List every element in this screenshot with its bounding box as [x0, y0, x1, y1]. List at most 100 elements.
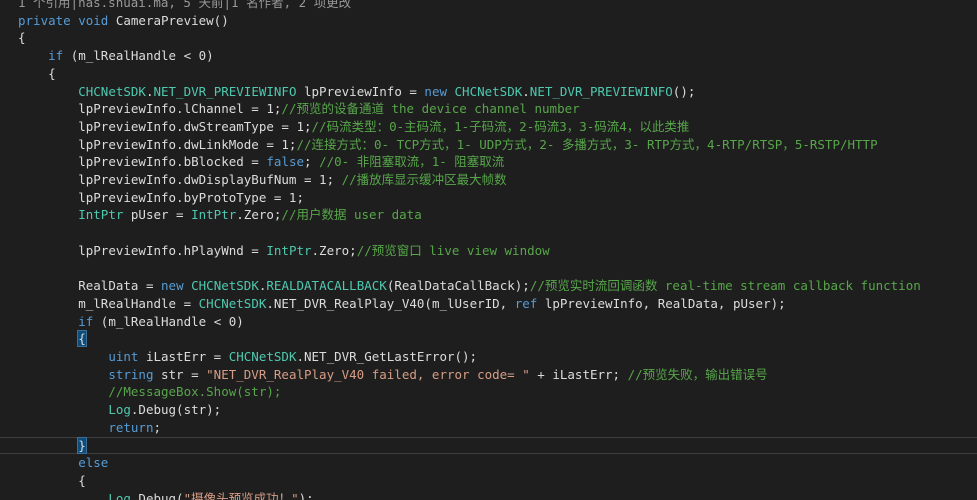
codelens-info[interactable]: 1 个引用|nas.shuai.ma, 5 天前|1 名作者, 2 项更改: [0, 0, 977, 12]
code-token: m_lRealHandle =: [78, 295, 199, 311]
code-token: ();: [672, 83, 696, 99]
code-comment: //MessageBox.Show(str);: [108, 384, 282, 400]
code-token: CameraPreview(): [108, 12, 229, 28]
code-line: {: [0, 65, 977, 83]
code-line: CHCNetSDK.NET_DVR_PREVIEWINFO lpPreviewI…: [0, 83, 977, 101]
code-token: pUser =: [123, 207, 192, 223]
code-token: (m_lRealHandle < 0): [93, 313, 244, 329]
code-token: {: [48, 65, 56, 81]
code-token: CHCNetSDK: [191, 278, 259, 294]
code-token: CHCNetSDK: [228, 349, 297, 364]
code-token: .Zero;: [311, 242, 357, 258]
code-comment: //0- 非阻塞取流，1- 阻塞取流: [319, 154, 505, 170]
code-token: .Debug(: [130, 490, 184, 500]
code-token: CHCNetSDK: [198, 295, 267, 311]
code-token: {: [78, 472, 86, 488]
code-token: CHCNetSDK: [78, 83, 146, 99]
text-caret: [85, 439, 87, 453]
code-line: lpPreviewInfo.byProtoType = 1;: [0, 189, 977, 207]
code-token: .Zero;: [236, 207, 282, 223]
code-token: lpPreviewInfo.lChannel = 1;: [78, 101, 282, 117]
code-comment: //播放库显示缓冲区最大帧数: [341, 172, 507, 187]
code-token: {: [77, 330, 87, 348]
code-keyword: if: [48, 48, 64, 64]
code-token: .: [522, 83, 530, 99]
code-comment: //预览窗口 live view window: [356, 242, 550, 258]
code-token: .NET_DVR_RealPlay_V40(m_lUserID,: [266, 295, 515, 311]
code-token: NET_DVR_PREVIEWINFO: [529, 83, 673, 99]
code-editor[interactable]: 1 个引用|nas.shuai.ma, 5 天前|1 名作者, 2 项更改 pri…: [0, 0, 977, 500]
code-string: "NET_DVR_RealPlay_V40 failed, error code…: [206, 366, 530, 382]
code-line: private void CameraPreview(): [0, 12, 977, 30]
code-keyword: new: [161, 278, 184, 294]
code-token: RealData =: [78, 278, 162, 294]
code-keyword: private: [18, 12, 71, 28]
code-token: REALDATACALLBACK: [266, 278, 387, 294]
code-token: NET_DVR_PREVIEWINFO: [153, 83, 297, 99]
code-line: if (m_lRealHandle < 0): [0, 47, 977, 65]
code-token: (RealDataCallBack);: [386, 278, 530, 294]
code-token: lpPreviewInfo =: [296, 83, 425, 99]
code-comment: //预览失败，输出错误号: [627, 366, 768, 382]
code-line: string str = "NET_DVR_RealPlay_V40 faile…: [0, 366, 977, 384]
code-token: + iLastErr;: [529, 366, 628, 382]
code-line: lpPreviewInfo.dwDisplayBufNum = 1; //播放库…: [0, 171, 977, 189]
code-line: return;: [0, 419, 977, 437]
code-line: }: [0, 436, 977, 455]
code-keyword: new: [424, 83, 447, 99]
code-token: lpPreviewInfo.hPlayWnd =: [78, 242, 267, 258]
code-keyword: return: [108, 419, 154, 435]
code-line: {: [0, 29, 977, 47]
code-token: lpPreviewInfo.dwStreamType = 1;: [78, 118, 312, 134]
code-keyword: uint: [108, 349, 139, 364]
code-line: lpPreviewInfo.bBlocked = false; //0- 非阻塞…: [0, 153, 977, 171]
code-keyword: false: [266, 154, 305, 170]
code-token: CHCNetSDK: [454, 83, 523, 99]
code-line: IntPtr pUser = IntPtr.Zero;//用户数据 user d…: [0, 206, 977, 224]
code-line: lpPreviewInfo.dwLinkMode = 1;//连接方式：0- T…: [0, 136, 977, 154]
code-token: 1 个引用|nas.shuai.ma, 5 天前|1 名作者, 2 项更改: [18, 0, 352, 10]
code-keyword: ref: [514, 295, 538, 311]
code-token: ;: [153, 419, 161, 435]
code-comment: //预览的设备通道 the device channel number: [281, 101, 580, 117]
code-line: if (m_lRealHandle < 0): [0, 313, 977, 331]
code-token: }: [77, 436, 87, 454]
code-line: {: [0, 472, 977, 490]
code-token: iLastErr =: [138, 349, 229, 364]
code-token: lpPreviewInfo.dwDisplayBufNum = 1;: [78, 172, 342, 187]
code-line: {: [0, 330, 977, 348]
code-line: lpPreviewInfo.hPlayWnd = IntPtr.Zero;//预…: [0, 242, 977, 260]
code-token: lpPreviewInfo.byProtoType = 1;: [78, 189, 304, 205]
code-token: .NET_DVR_GetLastError();: [296, 349, 478, 364]
code-token: Log: [108, 402, 131, 418]
code-line: Log.Debug(str);: [0, 401, 977, 419]
code-token: str =: [153, 366, 207, 382]
code-token: IntPtr: [78, 207, 124, 223]
code-comment: //连接方式：0- TCP方式，1- UDP方式，2- 多播方式，3- RTP方…: [296, 136, 878, 152]
code-keyword: string: [108, 366, 154, 382]
code-comment: //码流类型：0-主码流，1-子码流，2-码流3，3-码流4，以此类推: [311, 118, 690, 134]
code-keyword: if: [78, 313, 94, 329]
code-token: IntPtr: [191, 207, 237, 223]
code-line: Log.Debug("摄像头预览成功！");: [0, 490, 977, 500]
